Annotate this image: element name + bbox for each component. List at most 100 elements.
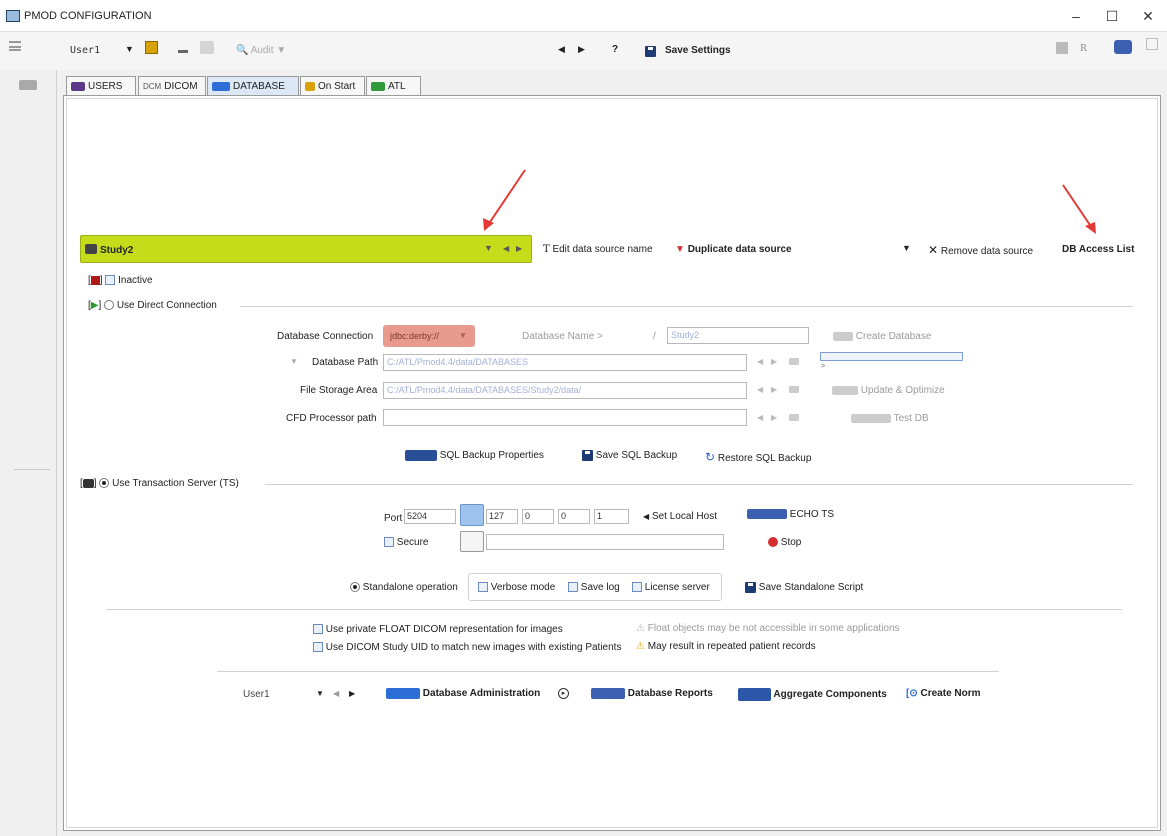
panel-toggle-icon[interactable] <box>1146 38 1158 50</box>
datasource-prev-icon[interactable]: ◀ <box>503 244 509 253</box>
save-standalone-script-button[interactable]: Save Standalone Script <box>745 582 863 593</box>
minimize-button[interactable]: – <box>1061 6 1091 26</box>
user-dropdown-icon[interactable]: ▼ <box>125 44 134 54</box>
file-storage-browse-icon[interactable] <box>789 386 799 393</box>
restore-sql-backup-button[interactable]: ↻ Restore SQL Backup <box>705 450 811 464</box>
bottom-user-dropdown-icon[interactable]: ▼ <box>316 689 324 698</box>
datasource-dropdown-icon[interactable]: ▼ <box>484 243 493 253</box>
network-icon[interactable] <box>460 504 484 526</box>
port-field[interactable]: 5204 <box>404 509 456 524</box>
db-path-next-icon[interactable]: ▶ <box>771 357 777 366</box>
remove-dropdown-icon[interactable]: ▼ <box>902 243 911 253</box>
standalone-radio[interactable] <box>350 582 360 593</box>
tab-users[interactable]: USERS <box>66 76 136 95</box>
ts-row: [] Use Transaction Server (TS) <box>80 478 239 489</box>
database-reports-button[interactable]: Database Reports <box>591 688 713 699</box>
prev-icon[interactable]: ◀ <box>558 44 565 55</box>
ip-octet-1[interactable]: 127 <box>486 509 518 524</box>
export-icon[interactable] <box>200 41 214 54</box>
create-database-button[interactable]: Create Database <box>833 331 931 342</box>
warning-icon-grey: ⚠ <box>636 623 645 634</box>
license-server-checkbox[interactable] <box>632 582 642 593</box>
sidebar-collapse-icon[interactable] <box>19 80 37 90</box>
tab-on-start[interactable]: On Start <box>300 76 365 95</box>
help-button[interactable]: ? <box>612 44 618 55</box>
bottom-next-icon[interactable]: ▶ <box>349 689 355 698</box>
certificate-icon[interactable] <box>460 531 484 552</box>
save-sql-backup-button[interactable]: Save SQL Backup <box>582 450 677 461</box>
aggregate-label: Aggregate Components <box>773 689 887 701</box>
ip-octet-4[interactable]: 1 <box>594 509 629 524</box>
audit-button[interactable]: 🔍 Audit ▼ <box>236 45 286 56</box>
update-optimize-button[interactable]: Update & Optimize <box>832 385 945 396</box>
test-db-button[interactable]: Test DB <box>851 413 929 424</box>
echo-ts-button[interactable]: ECHO TS <box>747 509 834 520</box>
minus-icon[interactable]: ▬ <box>178 45 188 56</box>
next-icon[interactable]: ▶ <box>578 44 585 55</box>
cfd-field[interactable] <box>383 409 747 426</box>
pmod-app-icon <box>6 10 20 22</box>
create-norm-button[interactable]: [⊙ Create Norm <box>906 688 981 699</box>
db-path-browse-icon[interactable] <box>789 358 799 365</box>
bottom-prev-icon[interactable]: ◀ <box>333 689 339 698</box>
set-local-host-button[interactable]: ◀ Set Local Host <box>643 511 717 522</box>
db-name-field[interactable]: Study2 <box>667 327 809 344</box>
tab-database[interactable]: DATABASE <box>207 76 299 95</box>
cfd-browse-icon[interactable] <box>789 414 799 421</box>
direct-connection-label: Use Direct Connection <box>116 300 217 311</box>
file-storage-prev-icon[interactable]: ◀ <box>757 385 763 394</box>
r-button[interactable]: R <box>1080 44 1087 54</box>
db-access-list-button[interactable]: DB Access List <box>1062 244 1134 255</box>
close-button[interactable]: ✕ <box>1133 6 1163 26</box>
set-local-host-label: Set Local Host <box>651 511 717 522</box>
secure-checkbox[interactable] <box>384 537 394 548</box>
aggregate-components-button[interactable]: Aggregate Components <box>738 688 887 701</box>
db-path-field[interactable]: C:/ATL/Pmod4.4/data/DATABASES <box>383 354 747 371</box>
verbose-label: Verbose mode <box>490 582 556 593</box>
bottom-user-label: User1 <box>243 689 270 700</box>
config-icon[interactable] <box>1114 40 1132 54</box>
db-path-dropdown-icon[interactable]: ▼ <box>290 357 298 366</box>
secure-field[interactable] <box>486 534 724 550</box>
database-administration-button[interactable]: Database Administration <box>386 688 540 699</box>
user-selector[interactable]: User1 <box>70 45 100 56</box>
cfd-next-icon[interactable]: ▶ <box>771 413 777 422</box>
duplicate-datasource-button[interactable]: ▼ Duplicate data source <box>675 244 792 255</box>
user-icon[interactable] <box>145 41 158 54</box>
verbose-checkbox[interactable] <box>478 582 488 593</box>
options-divider <box>106 609 1122 610</box>
sql-backup-properties-button[interactable]: SQL Backup Properties <box>405 450 544 461</box>
save-settings-button[interactable]: Save Settings <box>665 45 731 56</box>
float-dicom-checkbox[interactable] <box>313 624 323 635</box>
db-path-prev-icon[interactable]: ◀ <box>757 357 763 366</box>
tab-dicom[interactable]: DCM DICOM <box>138 76 206 95</box>
study-uid-checkbox[interactable] <box>313 642 323 653</box>
tab-atl[interactable]: ATL <box>366 76 421 95</box>
remove-datasource-button[interactable]: ✕ Remove data source <box>928 243 1033 257</box>
echo-ts-label: ECHO TS <box>789 509 835 520</box>
update-optimize-label: Update & Optimize <box>860 385 945 396</box>
remove-x-icon: ✕ <box>928 243 939 257</box>
cfd-prev-icon[interactable]: ◀ <box>757 413 763 422</box>
ip-octet-2[interactable]: 0 <box>522 509 554 524</box>
datasource-selector[interactable] <box>80 235 532 263</box>
file-storage-label: File Storage Area <box>300 385 378 396</box>
file-storage-next-icon[interactable]: ▶ <box>771 385 777 394</box>
inactive-checkbox[interactable] <box>105 275 116 286</box>
db-connection-value: jdbc:derby:// <box>390 331 440 341</box>
db-connection-label: Database Connection <box>277 331 374 342</box>
save-log-checkbox[interactable] <box>568 582 578 593</box>
ip-octet-3[interactable]: 0 <box>558 509 590 524</box>
datasource-next-icon[interactable]: ▶ <box>516 244 522 253</box>
db-admin-label: Database Administration <box>422 688 541 700</box>
direct-connection-radio[interactable] <box>104 300 115 311</box>
file-storage-field[interactable]: C:/ATL/Pmod4.4/data/DATABASES/Study2/dat… <box>383 382 747 399</box>
maximize-button[interactable]: ☐ <box>1097 6 1127 26</box>
layout-icon[interactable] <box>1056 42 1068 54</box>
stop-button[interactable]: Stop <box>768 537 801 548</box>
remove-label: Remove data source <box>940 246 1034 257</box>
info-play-icon[interactable]: ▸ <box>558 688 569 699</box>
ts-radio[interactable] <box>99 478 110 489</box>
db-reports-icon <box>591 688 625 699</box>
edit-datasource-name-button[interactable]: T Edit data source name <box>543 244 653 255</box>
